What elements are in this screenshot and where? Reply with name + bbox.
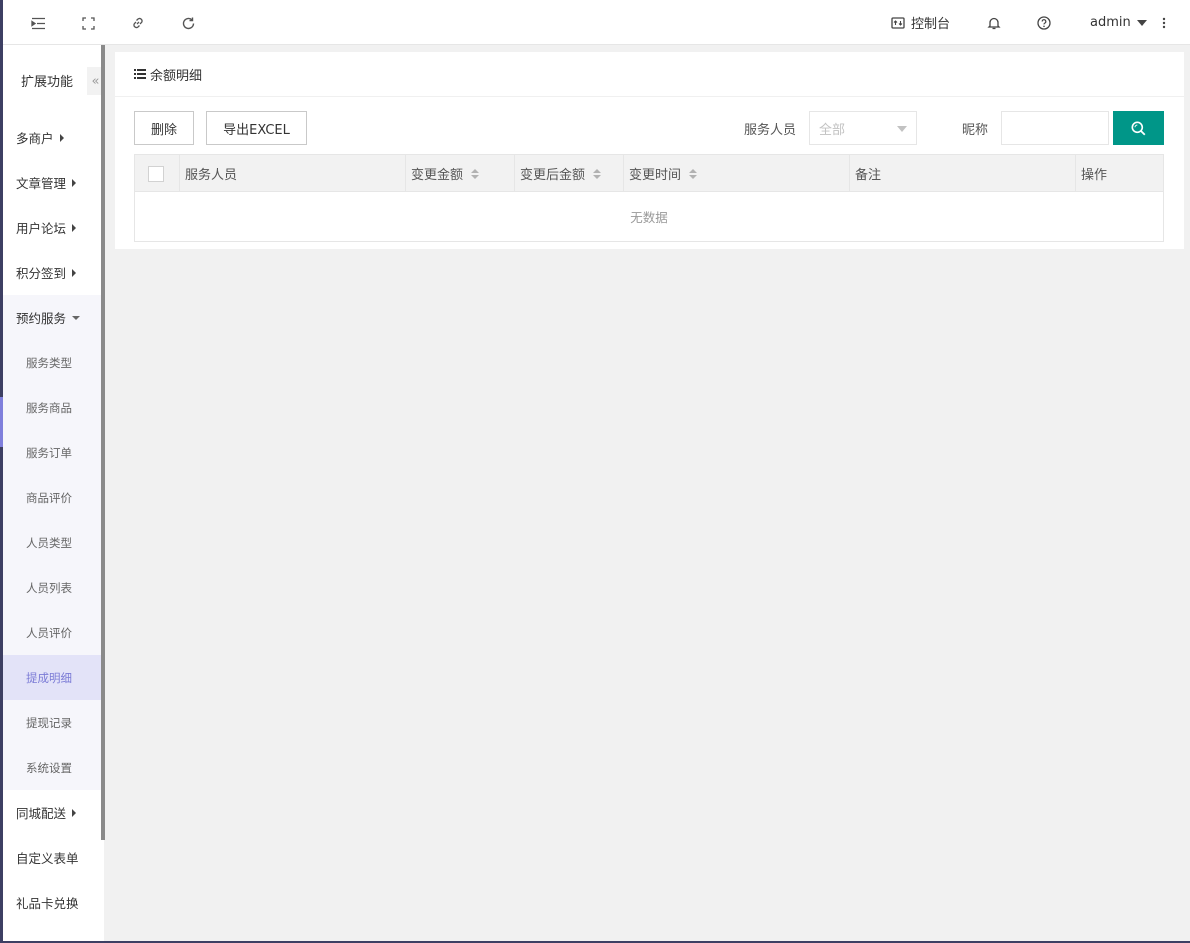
sidebar-item-gift-card-redeem[interactable]: 礼品卡兑换 (3, 880, 104, 925)
sidebar-header: 扩展功能 « (3, 45, 104, 111)
sidebar-item-multi-merchant[interactable]: 多商户 (3, 115, 104, 160)
submenu-item-system-settings[interactable]: 系统设置 (3, 745, 104, 790)
fullscreen-icon[interactable] (77, 12, 99, 34)
sidebar-item-label: 自定义表单 (16, 851, 79, 866)
submenu-item-service-goods[interactable]: 服务商品 (3, 385, 104, 430)
sidebar-item-label: 多商户 (16, 131, 54, 146)
sidebar-scrollbar[interactable] (101, 45, 105, 840)
submenu-item-staff-type[interactable]: 人员类型 (3, 520, 104, 565)
column-label: 变更金额 (411, 168, 464, 183)
sidebar-item-label: 文章管理 (16, 176, 67, 191)
top-bar: 控制台 admin (3, 0, 1190, 45)
delete-button[interactable]: 删除 (134, 111, 194, 145)
submenu-item-staff-review[interactable]: 人员评价 (3, 610, 104, 655)
more-vertical-icon[interactable] (1153, 12, 1175, 34)
sidebar-item-label: 预约服务 (16, 311, 67, 326)
sidebar-item-points-checkin[interactable]: 积分签到 (3, 250, 104, 295)
card-header: 余额明细 (115, 52, 1184, 97)
chevron-down-icon (1136, 19, 1147, 26)
sidebar-item-booking-service[interactable]: 预约服务 (3, 295, 104, 340)
console-icon (891, 16, 905, 29)
sidebar-item-label: 积分签到 (16, 266, 67, 281)
column-label: 备注 (855, 168, 882, 183)
staff-filter-label: 服务人员 (744, 123, 797, 138)
console-link[interactable]: 控制台 (891, 0, 950, 45)
sidebar-item-label: 用户论坛 (16, 221, 67, 236)
sort-icon[interactable] (593, 168, 602, 179)
content-card: 余额明细 删除 导出EXCEL 服务人员 全部 昵称 服务人员 变更金额 变更后… (115, 52, 1184, 249)
nickname-input[interactable] (1001, 111, 1109, 145)
username: admin (1090, 15, 1131, 30)
select-all-cell (135, 155, 180, 192)
caret-right-icon (72, 268, 77, 277)
export-excel-button[interactable]: 导出EXCEL (206, 111, 307, 145)
column-label: 变更时间 (629, 168, 682, 183)
user-menu[interactable]: admin (1090, 0, 1147, 45)
sidebar: 扩展功能 « 多商户 文章管理 用户论坛 积分签到 预约服务 服务类型 服务商品… (3, 45, 104, 941)
list-icon (134, 69, 146, 79)
column-header-actions: 操作 (1075, 155, 1163, 192)
column-label: 服务人员 (185, 168, 238, 183)
caret-right-icon (72, 223, 77, 232)
sidebar-item-label: 同城配送 (16, 806, 67, 821)
nickname-filter-label: 昵称 (962, 123, 989, 138)
sort-icon[interactable] (689, 168, 698, 179)
column-header-staff: 服务人员 (179, 155, 405, 192)
staff-select-value: 全部 (819, 122, 846, 138)
sidebar-item-city-delivery[interactable]: 同城配送 (3, 790, 104, 835)
sidebar-item-label: 礼品卡兑换 (16, 896, 79, 911)
submenu-item-service-orders[interactable]: 服务订单 (3, 430, 104, 475)
empty-state: 无数据 (630, 210, 668, 225)
console-label: 控制台 (911, 17, 951, 32)
caret-down-icon (72, 315, 81, 320)
column-label: 变更后金额 (520, 168, 586, 183)
balance-table: 服务人员 变更金额 变更后金额 变更时间 备注 操作 无数据 (134, 154, 1164, 242)
link-icon[interactable] (127, 12, 149, 34)
column-label: 操作 (1081, 168, 1108, 183)
page-title: 余额明细 (150, 68, 203, 84)
column-header-change-amount[interactable]: 变更金额 (405, 155, 514, 192)
submenu-item-service-type[interactable]: 服务类型 (3, 340, 104, 385)
submenu-item-staff-list[interactable]: 人员列表 (3, 565, 104, 610)
sort-icon[interactable] (471, 168, 480, 179)
column-header-change-time[interactable]: 变更时间 (623, 155, 849, 192)
collapse-menu-icon[interactable] (27, 12, 49, 34)
sidebar-item-user-forum[interactable]: 用户论坛 (3, 205, 104, 250)
submenu-item-commission-detail[interactable]: 提成明细 (3, 655, 104, 700)
column-header-amount-after[interactable]: 变更后金额 (514, 155, 623, 192)
chevron-down-icon (897, 126, 907, 132)
staff-select[interactable]: 全部 (809, 111, 917, 145)
sidebar-title: 扩展功能 (21, 75, 74, 90)
search-icon (1131, 121, 1146, 135)
sidebar-item-article-management[interactable]: 文章管理 (3, 160, 104, 205)
help-icon[interactable] (1033, 12, 1055, 34)
submenu-item-goods-review[interactable]: 商品评价 (3, 475, 104, 520)
bell-icon[interactable] (983, 12, 1005, 34)
search-button[interactable] (1113, 111, 1164, 145)
caret-right-icon (72, 178, 77, 187)
caret-right-icon (72, 808, 77, 817)
sidebar-item-custom-form[interactable]: 自定义表单 (3, 835, 104, 880)
submenu-item-withdraw-records[interactable]: 提现记录 (3, 700, 104, 745)
caret-right-icon (59, 133, 64, 142)
table-header: 服务人员 变更金额 变更后金额 变更时间 备注 操作 (135, 155, 1163, 192)
select-all-checkbox[interactable] (148, 165, 164, 182)
refresh-icon[interactable] (177, 12, 199, 34)
column-header-remark: 备注 (849, 155, 1075, 192)
